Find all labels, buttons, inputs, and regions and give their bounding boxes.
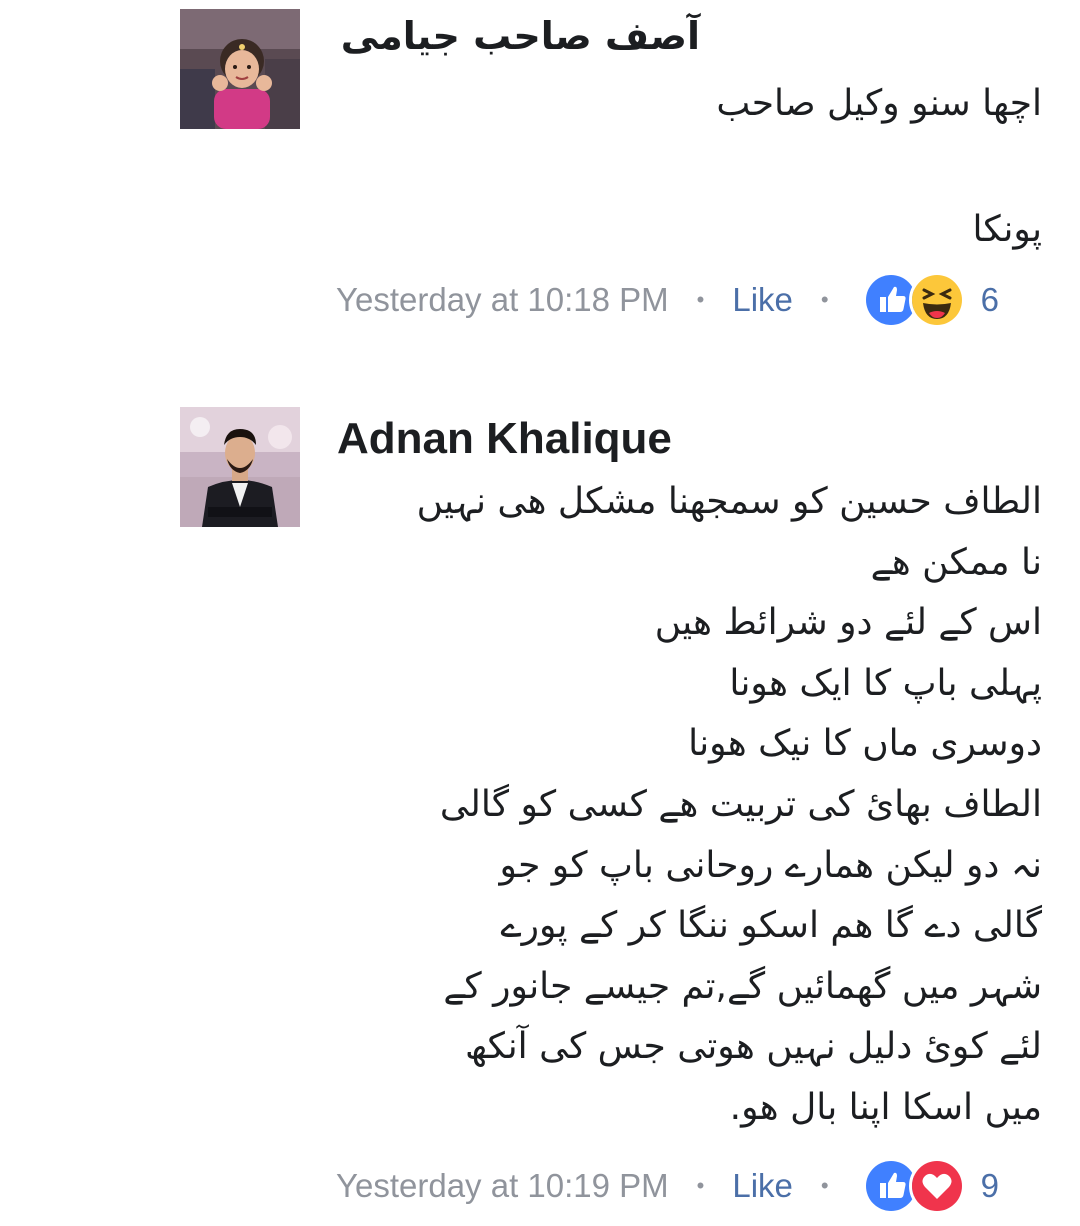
avatar-photo-man xyxy=(180,407,300,527)
reactions-summary[interactable] xyxy=(862,272,965,328)
comment-line: شہر میں گھمائیں گے,تم جیسے جانور کے xyxy=(443,965,1042,1007)
comment-item: آصف صاحب جیامی اچھا سنو وکیل صاحب پونکا … xyxy=(0,0,1080,340)
comment-author[interactable]: Adnan Khalique xyxy=(337,414,672,464)
comment-line: الطاف حسین کو سمجھنا مشکل ھی نہیں xyxy=(416,481,1042,522)
separator-dot: • xyxy=(696,1173,705,1198)
separator-dot: • xyxy=(820,1173,829,1198)
comment-line: پہلی باپ کا ایک ھونا xyxy=(729,662,1042,704)
comment-line: دوسری ماں کا نیک ھونا xyxy=(688,723,1042,765)
timestamp[interactable]: Yesterday at 10:18 PM xyxy=(336,281,669,319)
comment-meta: Yesterday at 10:19 PM • Like • 9 xyxy=(336,1158,999,1214)
separator-dot: • xyxy=(696,287,705,312)
like-button[interactable]: Like xyxy=(732,281,793,319)
comment-line: اچھا سنو وکیل صاحب xyxy=(716,83,1042,124)
love-icon xyxy=(908,1158,965,1214)
comment-line: نہ دو لیکن ھمارے روحانی باپ کو جو xyxy=(499,844,1042,886)
separator-dot: • xyxy=(820,287,829,312)
comment-body: اچھا سنو وکیل صاحب پونکا xyxy=(716,72,1042,262)
comment-line: لئے کوئ دلیل نہیں ھوتی جس کی آنکھ xyxy=(464,1026,1042,1068)
comment-line: نا ممکن ھے xyxy=(870,541,1042,583)
comment-line: اس کے لئے دو شرائط ھیں xyxy=(654,602,1042,644)
like-button[interactable]: Like xyxy=(732,1167,793,1205)
comment-author[interactable]: آصف صاحب جیامی xyxy=(341,14,700,58)
haha-icon xyxy=(908,272,965,328)
timestamp[interactable]: Yesterday at 10:19 PM xyxy=(336,1167,669,1205)
comment-line: میں اسکا اپنا بال ھو. xyxy=(729,1086,1042,1128)
comment-item: Adnan Khalique الطاف حسین کو سمجھنا مشکل… xyxy=(0,400,1080,1226)
reactions-summary[interactable] xyxy=(862,1158,965,1214)
comment-line: الطاف بھائ کی تربیت ھے کسی کو گالی xyxy=(439,783,1042,825)
comment-body: الطاف حسین کو سمجھنا مشکل ھی نہیں نا ممک… xyxy=(417,472,1042,1139)
avatar[interactable] xyxy=(180,407,300,527)
avatar-photo-girl xyxy=(180,9,300,129)
comment-line: پونکا xyxy=(972,209,1043,250)
reaction-count[interactable]: 6 xyxy=(981,281,999,319)
comment-meta: Yesterday at 10:18 PM • Like • 6 xyxy=(336,272,999,328)
reaction-count[interactable]: 9 xyxy=(981,1167,999,1205)
comment-line-blank xyxy=(716,136,1042,198)
comment-line: گالی دے گا ھم اسکو ننگا کر کے پورے xyxy=(500,905,1042,947)
avatar[interactable] xyxy=(180,9,300,129)
